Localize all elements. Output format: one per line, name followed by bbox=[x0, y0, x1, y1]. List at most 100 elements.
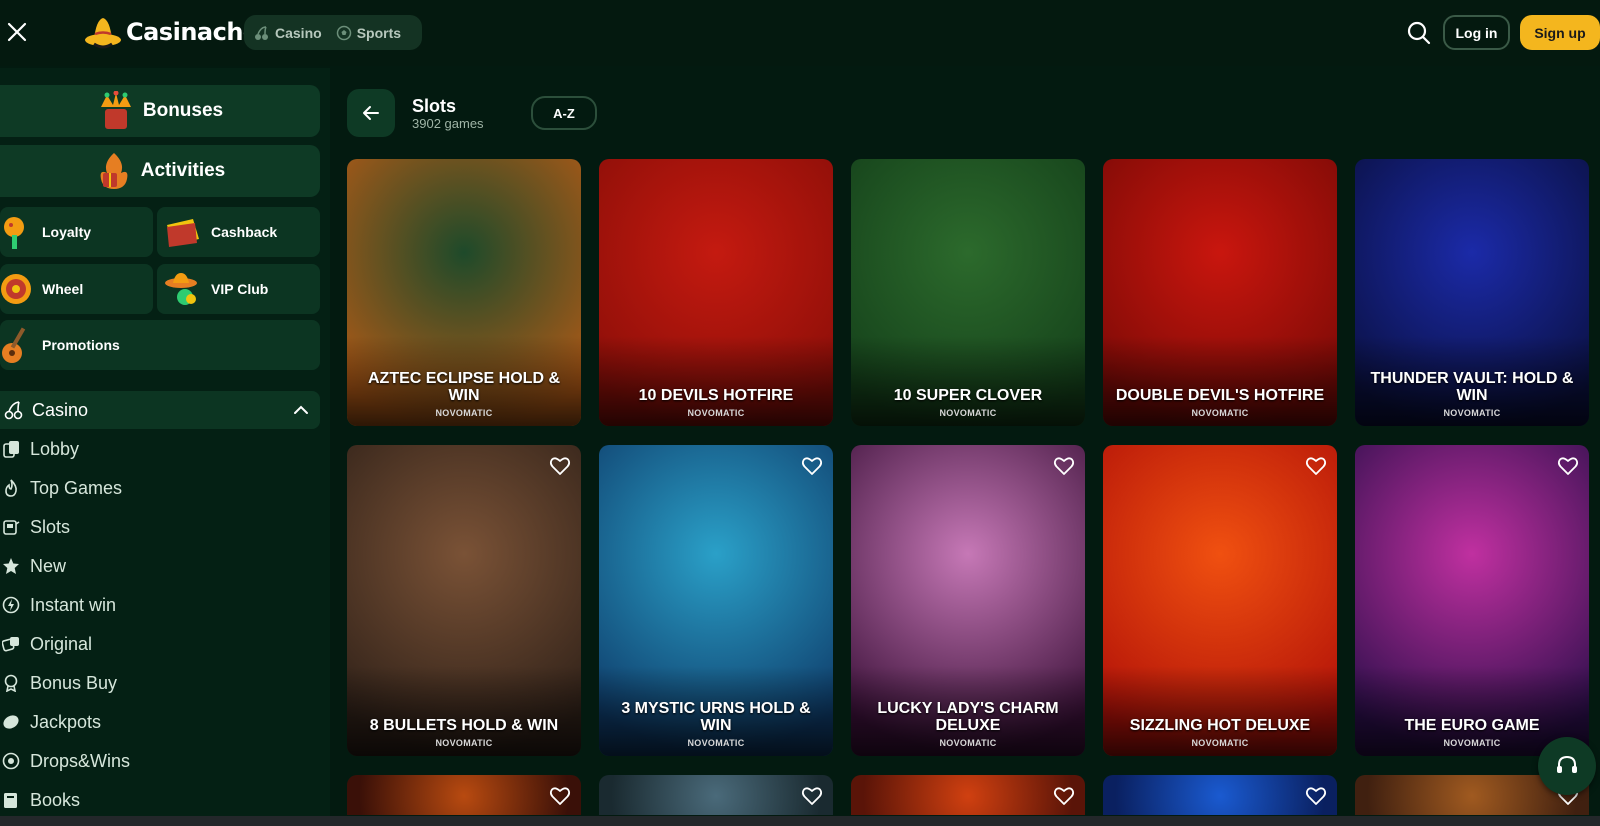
lightning-icon bbox=[2, 596, 20, 614]
game-title: THE EURO GAME bbox=[1404, 717, 1540, 734]
logo-text: Casinacho bbox=[126, 18, 259, 46]
flame-icon bbox=[5, 479, 17, 497]
sidebar-item-lobby[interactable]: Lobby bbox=[0, 432, 320, 466]
favorite-heart-icon[interactable] bbox=[549, 455, 571, 477]
maraca-icon bbox=[4, 217, 24, 249]
game-card[interactable]: 10 SUPER CLOVER NOVOMATIC bbox=[851, 159, 1085, 426]
vip-club-label: VIP Club bbox=[211, 281, 269, 297]
sidebar-item-new[interactable]: New bbox=[0, 549, 320, 583]
game-provider: NOVOMATIC bbox=[687, 738, 745, 748]
bonuses-button[interactable]: Bonuses bbox=[0, 85, 320, 137]
activities-button[interactable]: Activities bbox=[0, 145, 320, 197]
tab-sports[interactable]: Sports bbox=[336, 25, 401, 41]
game-card[interactable]: SIZZLING HOT DELUXE NOVOMATIC bbox=[1103, 445, 1337, 756]
sidebar-item-bonus-buy[interactable]: Bonus Buy bbox=[0, 666, 320, 700]
close-icon[interactable] bbox=[4, 19, 30, 45]
top-header: Casinacho Casino Sports Log in Sign up bbox=[0, 0, 1600, 66]
coin-icon bbox=[3, 715, 19, 729]
sidebar-item-label: Original bbox=[30, 633, 93, 654]
favorite-heart-icon[interactable] bbox=[1557, 455, 1579, 477]
game-card[interactable]: THUNDER VAULT: HOLD & WIN NOVOMATIC bbox=[1355, 159, 1589, 426]
headset-icon bbox=[1557, 755, 1577, 773]
favorite-heart-icon[interactable] bbox=[1053, 785, 1075, 807]
vip-club-button[interactable]: VIP Club bbox=[157, 264, 320, 314]
dice-icon bbox=[2, 637, 19, 652]
game-card[interactable]: AZTEC ECLIPSE HOLD & WIN NOVOMATIC bbox=[347, 159, 581, 426]
game-title: 3 MYSTIC URNS HOLD & WIN bbox=[621, 700, 811, 734]
game-card[interactable] bbox=[1103, 775, 1337, 815]
sidebar-item-instant-win[interactable]: Instant win bbox=[0, 588, 320, 622]
cherry-icon bbox=[4, 401, 23, 420]
sidebar-item-label: Top Games bbox=[30, 477, 123, 498]
jester-hat-icon bbox=[100, 91, 131, 129]
sidebar-item-label: New bbox=[30, 555, 67, 576]
game-card[interactable] bbox=[347, 775, 581, 815]
game-provider: NOVOMATIC bbox=[1443, 408, 1501, 418]
signup-button[interactable]: Sign up bbox=[1520, 15, 1600, 50]
favorite-heart-icon[interactable] bbox=[801, 455, 823, 477]
favorite-heart-icon[interactable] bbox=[1053, 455, 1075, 477]
game-title: 10 DEVILS HOTFIRE bbox=[638, 387, 794, 404]
sidebar-item-label: Bonus Buy bbox=[30, 672, 118, 693]
chevron-up-icon bbox=[294, 405, 308, 414]
tab-sports-label: Sports bbox=[356, 24, 402, 41]
game-card[interactable] bbox=[851, 775, 1085, 815]
game-card[interactable]: DOUBLE DEVIL'S HOTFIRE NOVOMATIC bbox=[1103, 159, 1337, 426]
sidebar-item-slots[interactable]: Slots bbox=[0, 510, 320, 544]
sidebar-item-drops-wins[interactable]: Drops&Wins bbox=[0, 744, 320, 778]
game-provider: NOVOMATIC bbox=[435, 738, 493, 748]
sort-az-button[interactable]: A-Z bbox=[531, 96, 597, 130]
game-card[interactable]: LUCKY LADY'S CHARM DELUXE NOVOMATIC bbox=[851, 445, 1085, 756]
sidebar-item-jackpots[interactable]: Jackpots bbox=[0, 705, 320, 739]
back-button[interactable] bbox=[347, 89, 395, 137]
bottom-bar bbox=[0, 816, 1600, 826]
game-card[interactable]: 3 MYSTIC URNS HOLD & WIN NOVOMATIC bbox=[599, 445, 833, 756]
game-title: 10 SUPER CLOVER bbox=[893, 387, 1043, 404]
sidebar: Bonuses Activities Loyalty Cashback Whee… bbox=[0, 68, 330, 826]
casino-section-toggle[interactable]: Casino bbox=[0, 391, 320, 429]
favorite-heart-icon[interactable] bbox=[549, 785, 571, 807]
game-title: AZTEC ECLIPSE HOLD & WIN bbox=[367, 370, 560, 404]
game-thumbnail bbox=[599, 775, 833, 815]
wallet-icon bbox=[167, 219, 199, 247]
loyalty-button[interactable]: Loyalty bbox=[0, 207, 153, 257]
cashback-button[interactable]: Cashback bbox=[157, 207, 320, 257]
support-button[interactable] bbox=[1538, 737, 1596, 795]
top-tabs: Casino Sports bbox=[244, 15, 422, 50]
promotions-label: Promotions bbox=[42, 337, 120, 353]
game-provider: NOVOMATIC bbox=[939, 738, 997, 748]
sidebar-item-label: Instant win bbox=[30, 594, 117, 615]
game-card[interactable]: 10 DEVILS HOTFIRE NOVOMATIC bbox=[599, 159, 833, 426]
game-title: THUNDER VAULT: HOLD & WIN bbox=[1370, 370, 1574, 404]
book-icon bbox=[4, 793, 17, 808]
sidebar-item-books[interactable]: Books bbox=[0, 783, 320, 817]
cashback-label: Cashback bbox=[211, 224, 278, 240]
favorite-heart-icon[interactable] bbox=[801, 785, 823, 807]
game-card[interactable]: 8 BULLETS HOLD & WIN NOVOMATIC bbox=[347, 445, 581, 756]
chip-icon bbox=[2, 752, 20, 770]
page-title: Slots bbox=[412, 96, 457, 116]
login-button[interactable]: Log in bbox=[1443, 15, 1510, 50]
game-card[interactable] bbox=[599, 775, 833, 815]
game-provider: NOVOMATIC bbox=[1191, 408, 1249, 418]
logo[interactable]: Casinacho bbox=[84, 12, 259, 52]
sidebar-item-original[interactable]: Original bbox=[0, 627, 320, 661]
wheel-button[interactable]: Wheel bbox=[0, 264, 153, 314]
sidebar-item-label: Books bbox=[30, 789, 81, 810]
fire-gift-icon bbox=[100, 153, 128, 189]
tab-casino[interactable]: Casino bbox=[254, 25, 322, 41]
sidebar-item-top-games[interactable]: Top Games bbox=[0, 471, 320, 505]
sombrero-icon bbox=[165, 273, 197, 305]
wheel-icon bbox=[1, 274, 31, 304]
favorite-heart-icon[interactable] bbox=[1305, 785, 1327, 807]
game-provider: NOVOMATIC bbox=[435, 408, 493, 418]
game-card[interactable]: THE EURO GAME NOVOMATIC bbox=[1355, 445, 1589, 756]
bonuses-label: Bonuses bbox=[142, 100, 224, 121]
tab-casino-label: Casino bbox=[275, 24, 322, 41]
favorite-heart-icon[interactable] bbox=[1305, 455, 1327, 477]
activities-label: Activities bbox=[140, 160, 226, 181]
promotions-button[interactable]: Promotions bbox=[0, 320, 320, 370]
sidebar-item-label: Slots bbox=[30, 516, 71, 537]
search-icon[interactable] bbox=[1406, 20, 1432, 46]
game-title: LUCKY LADY'S CHARM DELUXE bbox=[877, 700, 1059, 734]
